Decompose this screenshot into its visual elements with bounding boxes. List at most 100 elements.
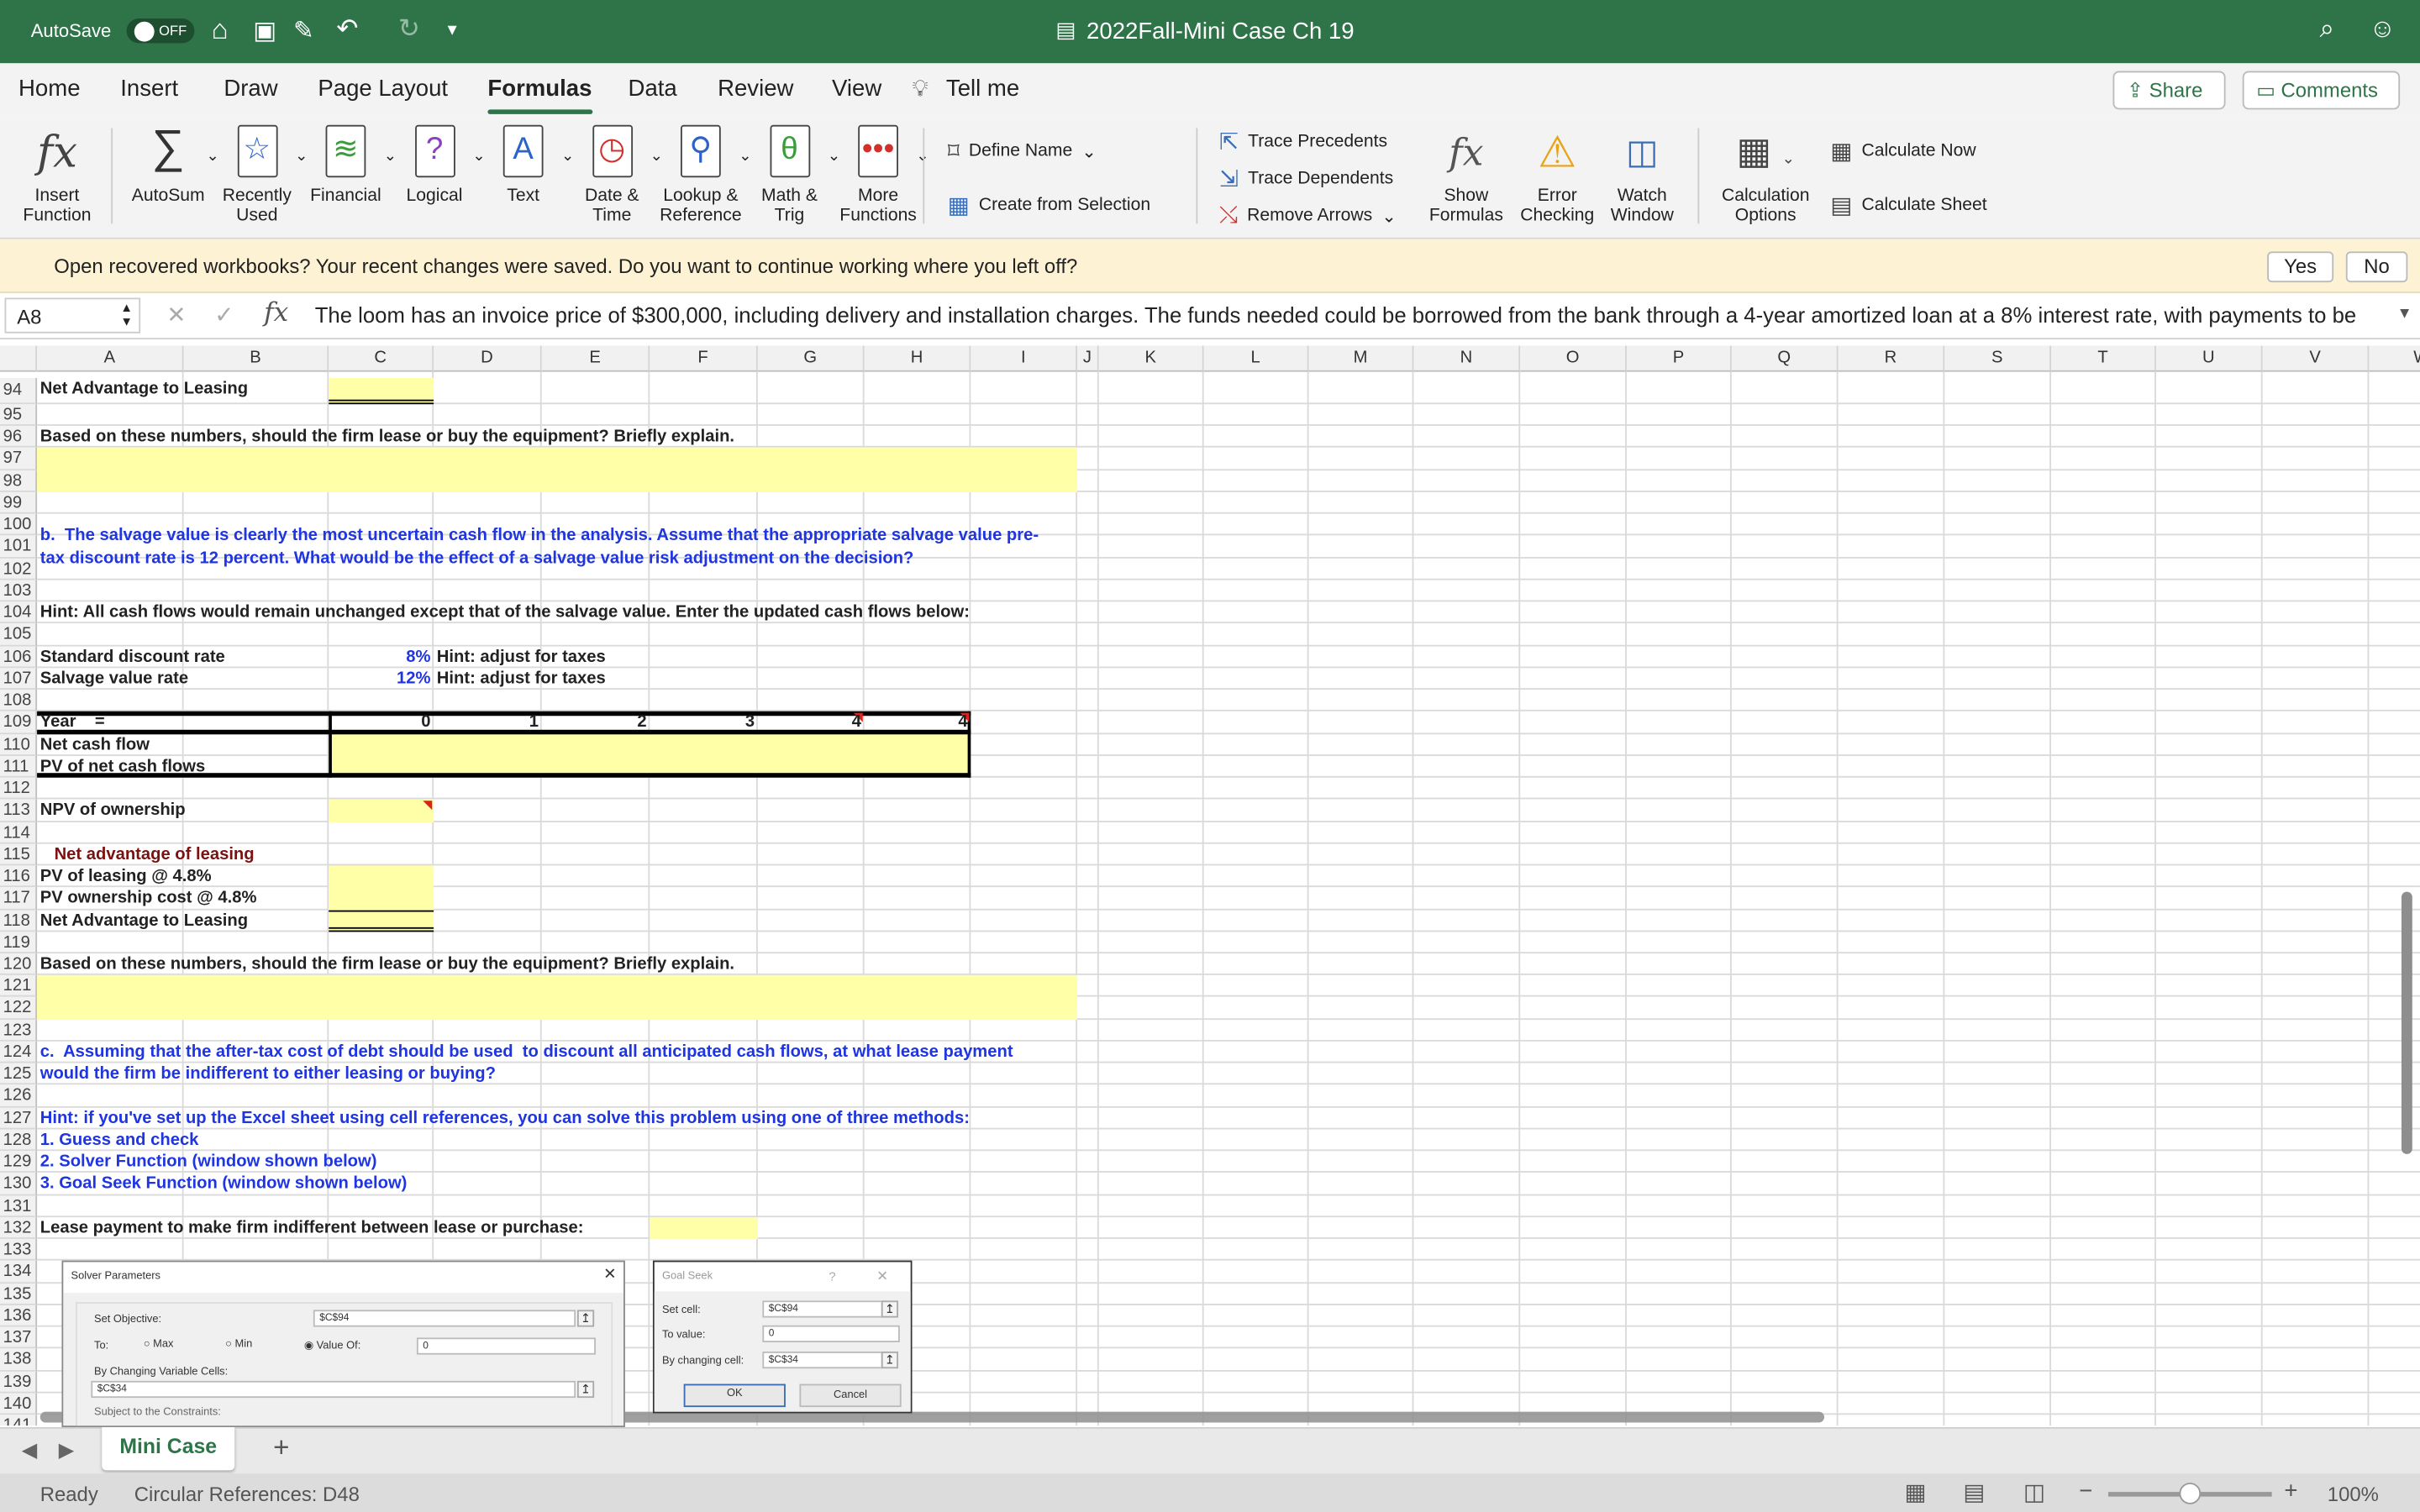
row-header-137[interactable]: 137 xyxy=(0,1326,38,1349)
row-header-122[interactable]: 122 xyxy=(0,997,38,1020)
column-header-j[interactable]: J xyxy=(1077,345,1099,372)
tab-data[interactable]: Data xyxy=(629,76,677,102)
cell-c106[interactable]: 8% xyxy=(329,646,434,668)
value-of-input[interactable]: 0 xyxy=(416,1337,596,1355)
cell-a128[interactable]: 1. Guess and check xyxy=(37,1129,202,1151)
row-header-106[interactable]: 106 xyxy=(0,645,38,669)
collapse-dialog-icon[interactable]: ↥ xyxy=(881,1351,898,1369)
search-icon[interactable]: ⌕ xyxy=(2320,14,2335,45)
tab-home[interactable]: Home xyxy=(18,76,80,102)
customize-toolbar-icon[interactable]: ▾ xyxy=(448,18,457,40)
cell-a118[interactable]: Net Advantage to Leasing xyxy=(37,910,251,932)
column-header-f[interactable]: F xyxy=(650,345,758,372)
cell-a130[interactable]: 3. Goal Seek Function (window shown belo… xyxy=(37,1173,410,1195)
input-cell[interactable] xyxy=(650,1216,758,1240)
next-sheet-icon[interactable]: ▶ xyxy=(59,1438,74,1462)
yes-button[interactable]: Yes xyxy=(2267,251,2334,283)
row-header-129[interactable]: 129 xyxy=(0,1151,38,1173)
collapse-dialog-icon[interactable]: ↥ xyxy=(576,1310,595,1327)
cell-a132[interactable]: Lease payment to make firm indifferent b… xyxy=(37,1217,587,1239)
row-header-110[interactable]: 110 xyxy=(0,733,38,756)
column-header-t[interactable]: T xyxy=(2051,345,2156,372)
tab-draw[interactable]: Draw xyxy=(224,76,277,102)
cell-a110[interactable]: Net cash flow xyxy=(37,734,153,756)
column-header-i[interactable]: I xyxy=(971,345,1078,372)
column-header-k[interactable]: K xyxy=(1098,345,1204,372)
row-header-107[interactable]: 107 xyxy=(0,668,38,690)
define-name-button[interactable]: ⌑ Define Name ⌄ xyxy=(948,137,1097,165)
cell-a120[interactable]: Based on these numbers, should the firm … xyxy=(37,953,738,975)
cell-a101[interactable]: tax discount rate is 12 percent. What wo… xyxy=(37,547,917,569)
row-header-102[interactable]: 102 xyxy=(0,558,38,580)
watch-window-button[interactable]: ◫ Watch Window xyxy=(1605,125,1679,227)
cell-a100[interactable]: b. The salvage value is clearly the most… xyxy=(37,525,1042,547)
insert-function-button[interactable]: fx Insert Function xyxy=(15,125,98,227)
cell-a117[interactable]: PV ownership cost @ 4.8% xyxy=(37,888,260,910)
collapse-dialog-icon[interactable]: ↥ xyxy=(576,1380,595,1399)
column-header-q[interactable]: Q xyxy=(1731,345,1839,372)
cell-a96[interactable]: Based on these numbers, should the firm … xyxy=(37,426,738,448)
select-all-corner[interactable] xyxy=(0,345,38,372)
cell-a115[interactable]: Net advantage of leasing xyxy=(37,843,257,865)
cell-a94[interactable]: Net Advantage to Leasing xyxy=(37,378,251,400)
redo-icon[interactable]: ↻ xyxy=(398,14,420,45)
undo-icon[interactable]: ↶ xyxy=(336,14,358,45)
column-header-h[interactable]: H xyxy=(864,345,971,372)
name-box[interactable]: A8 ▲ ▼ xyxy=(4,297,141,333)
tab-page-layout[interactable]: Page Layout xyxy=(318,76,448,102)
cell-h109[interactable]: 4 xyxy=(865,711,971,733)
lookup-reference-button[interactable]: ⚲ Lookup & Reference ⌄ xyxy=(656,124,751,227)
help-icon[interactable]: ? xyxy=(829,1270,835,1284)
math-trig-button[interactable]: θ Math & Trig ⌄ xyxy=(744,124,840,227)
cell-d109[interactable]: 1 xyxy=(434,711,542,733)
zoom-in-icon[interactable]: + xyxy=(2284,1478,2297,1504)
circular-references-status[interactable]: Circular References: D48 xyxy=(134,1483,360,1506)
row-header-94[interactable]: 94 xyxy=(0,377,38,405)
column-header-n[interactable]: N xyxy=(1413,345,1521,372)
row-header-123[interactable]: 123 xyxy=(0,1019,38,1042)
tell-me-search[interactable]: Tell me xyxy=(946,76,1019,102)
close-icon[interactable]: ✕ xyxy=(603,1267,616,1284)
calculate-sheet-button[interactable]: ▤ Calculate Sheet xyxy=(1830,192,1986,219)
row-header-105[interactable]: 105 xyxy=(0,623,38,646)
row-header-131[interactable]: 131 xyxy=(0,1194,38,1217)
cell-a106[interactable]: Standard discount rate xyxy=(37,646,228,668)
cell-a109[interactable]: Year = xyxy=(37,711,108,733)
cell-d107[interactable]: Hint: adjust for taxes xyxy=(434,668,608,690)
value-of-radio[interactable]: ◉ Value Of: xyxy=(304,1339,360,1352)
row-header-99[interactable]: 99 xyxy=(0,491,38,514)
cell-a116[interactable]: PV of leasing @ 4.8% xyxy=(37,865,214,887)
cancel-icon[interactable]: ✕ xyxy=(166,301,186,328)
column-header-l[interactable]: L xyxy=(1203,345,1309,372)
min-radio[interactable]: ○ Min xyxy=(225,1339,252,1350)
row-header-135[interactable]: 135 xyxy=(0,1283,38,1305)
row-header-104[interactable]: 104 xyxy=(0,601,38,624)
ok-button[interactable]: OK xyxy=(683,1383,786,1408)
row-header-116[interactable]: 116 xyxy=(0,865,38,888)
more-functions-button[interactable]: •••MoreFunctions⌄ xyxy=(834,124,929,227)
cell-a129[interactable]: 2. Solver Function (window shown below) xyxy=(37,1151,380,1173)
row-header-139[interactable]: 139 xyxy=(0,1371,38,1394)
column-header-r[interactable]: R xyxy=(1838,345,1945,372)
row-header-96[interactable]: 96 xyxy=(0,426,38,449)
save-icon[interactable]: ▣ xyxy=(253,15,276,46)
row-header-120[interactable]: 120 xyxy=(0,953,38,976)
row-header-111[interactable]: 111 xyxy=(0,755,38,778)
vertical-scrollbar[interactable] xyxy=(2401,891,2412,1154)
page-layout-view-icon[interactable]: ▤ xyxy=(1963,1478,1985,1505)
cell-g109[interactable]: 4 xyxy=(758,711,865,733)
add-sheet-icon[interactable]: + xyxy=(273,1431,289,1464)
input-cell[interactable] xyxy=(37,448,1078,492)
normal-view-icon[interactable]: ▦ xyxy=(1905,1478,1927,1505)
cell-d106[interactable]: Hint: adjust for taxes xyxy=(434,646,608,668)
calculate-now-button[interactable]: ▦ Calculate Now xyxy=(1830,137,1975,165)
row-header-121[interactable]: 121 xyxy=(0,975,38,998)
trace-dependents-button[interactable]: ⇲ Trace Dependents xyxy=(1219,165,1393,192)
row-header-140[interactable]: 140 xyxy=(0,1393,38,1415)
home-icon[interactable]: ⌂ xyxy=(212,14,229,47)
previous-sheet-icon[interactable]: ◀ xyxy=(22,1438,37,1462)
autosave-toggle[interactable]: OFF xyxy=(126,18,195,44)
sheet-tab-mini-case[interactable]: Mini Case xyxy=(102,1426,235,1471)
row-header-112[interactable]: 112 xyxy=(0,777,38,801)
row-header-138[interactable]: 138 xyxy=(0,1348,38,1372)
